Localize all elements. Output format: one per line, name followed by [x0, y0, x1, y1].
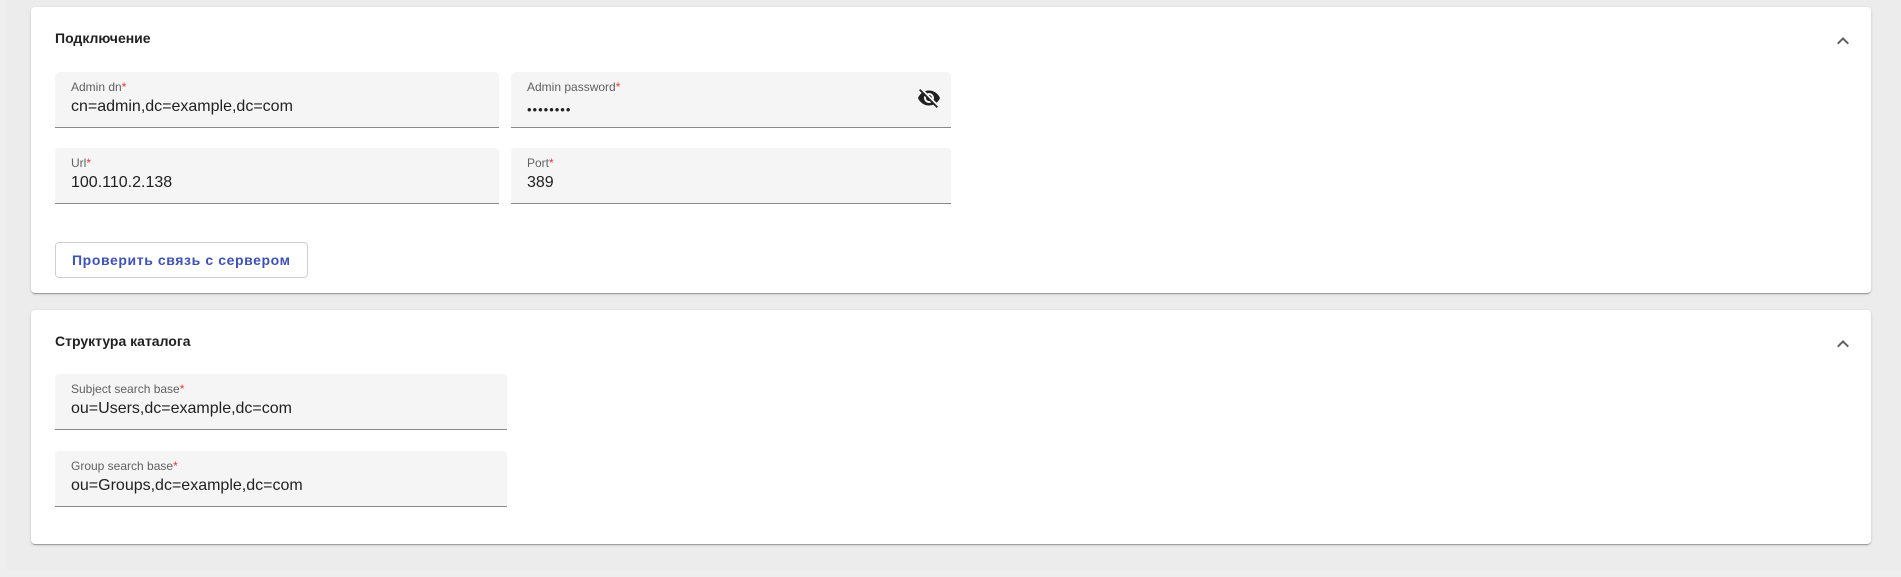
connection-panel-title: Подключение	[55, 30, 151, 46]
port-field[interactable]: Port* 389	[511, 148, 951, 204]
port-input[interactable]: 389	[527, 174, 901, 192]
required-mark: *	[179, 382, 185, 396]
subject-search-base-input[interactable]: ou=Users,dc=example,dc=com	[71, 400, 457, 418]
admin-dn-label: Admin dn*	[71, 80, 127, 94]
required-mark: *	[173, 459, 178, 473]
admin-password-input[interactable]: ••••••••	[527, 102, 901, 117]
group-search-base-input[interactable]: ou=Groups,dc=example,dc=com	[71, 477, 457, 495]
eye-off-icon[interactable]	[917, 86, 941, 110]
url-input[interactable]: 100.110.2.138	[71, 174, 449, 192]
admin-dn-field[interactable]: Admin dn* cn=admin,dc=example,dc=com	[55, 72, 499, 128]
group-search-base-field[interactable]: Group search base* ou=Groups,dc=example,…	[55, 451, 507, 507]
group-search-base-label: Group search base*	[71, 459, 178, 473]
chevron-up-icon[interactable]	[1831, 29, 1855, 53]
port-label: Port*	[527, 156, 554, 170]
connection-panel: Подключение Admin dn* cn=admin,dc=exampl…	[31, 7, 1871, 293]
admin-password-label: Admin password*	[527, 80, 621, 94]
check-connection-button[interactable]: Проверить связь с сервером	[55, 242, 308, 278]
admin-password-field[interactable]: Admin password* ••••••••	[511, 72, 951, 128]
required-mark: *	[615, 80, 621, 94]
subject-search-base-field[interactable]: Subject search base* ou=Users,dc=example…	[55, 374, 507, 430]
admin-dn-input[interactable]: cn=admin,dc=example,dc=com	[71, 98, 449, 116]
directory-structure-panel: Структура каталога Subject search base* …	[31, 310, 1871, 544]
required-mark: *	[121, 80, 127, 94]
chevron-up-icon[interactable]	[1831, 332, 1855, 356]
directory-panel-title: Структура каталога	[55, 333, 191, 349]
url-label: Url*	[71, 156, 91, 170]
required-mark: *	[86, 156, 91, 170]
required-mark: *	[549, 156, 554, 170]
url-field[interactable]: Url* 100.110.2.138	[55, 148, 499, 204]
subject-search-base-label: Subject search base*	[71, 382, 185, 396]
